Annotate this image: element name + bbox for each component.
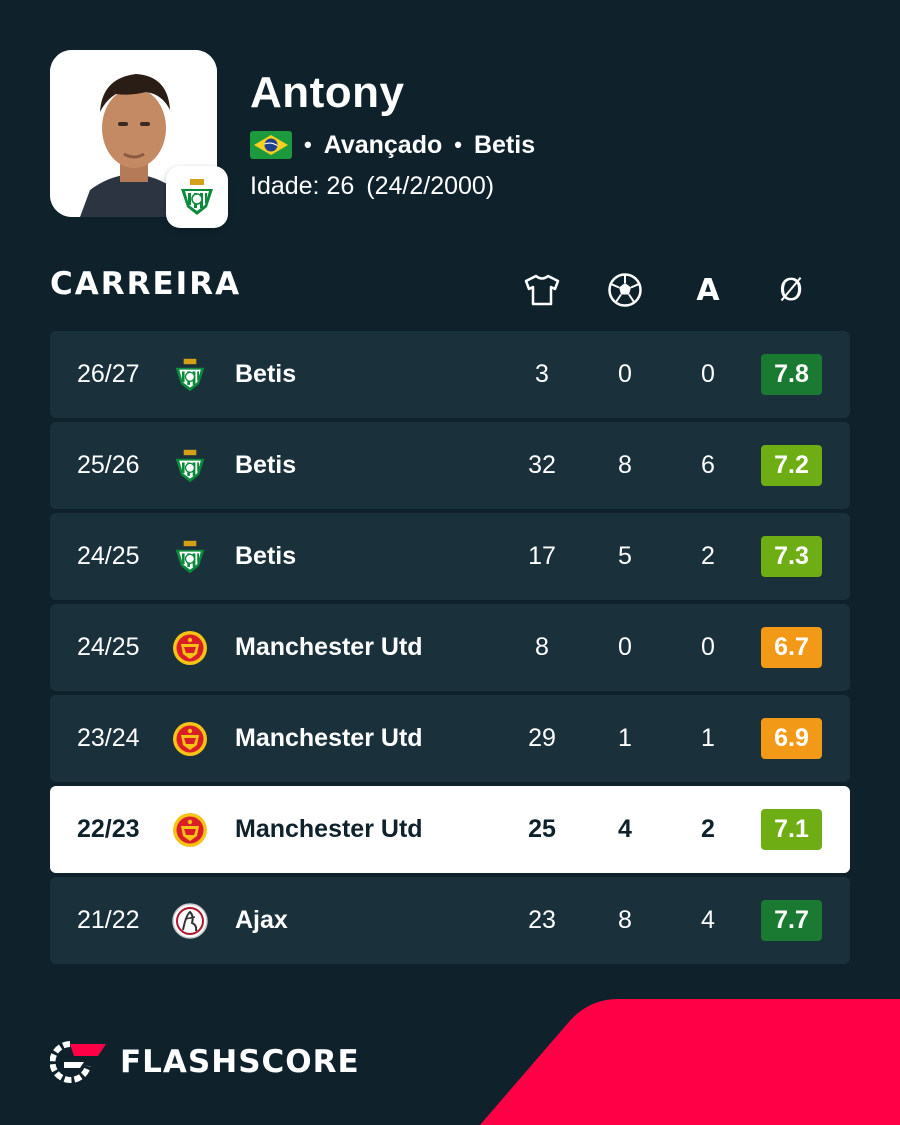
- player-name: Antony: [250, 68, 405, 117]
- ajax-crest-icon: [172, 903, 208, 939]
- betis-crest-icon: [172, 448, 208, 484]
- assists: 2: [701, 542, 715, 570]
- flashscore-logo-icon: [50, 1041, 106, 1083]
- career-row: 23/24 Manchester Utd 29 1 1 6.9: [50, 695, 850, 782]
- team-name: Manchester Utd: [235, 724, 423, 752]
- career-row: 25/26 Betis 32 8 6 7.2: [50, 422, 850, 509]
- career-row: 22/23 Manchester Utd 25 4 2 7.1: [50, 786, 850, 873]
- goals: 0: [618, 633, 632, 661]
- career-table: 26/27 Betis 3 0 0 7.8 25/26 Betis 32 8 6 7.2 24/25 Be…: [50, 331, 850, 968]
- player-club: Betis: [473, 130, 536, 159]
- rating-badge: 7.2: [761, 445, 822, 486]
- season: 24/25: [77, 542, 140, 570]
- goals: 8: [618, 906, 632, 934]
- rating-badge: 6.9: [761, 718, 822, 759]
- assists: 4: [701, 906, 715, 934]
- matches: 8: [535, 633, 549, 661]
- player-header: Antony • Avançado • Betis Idade: 26 (24/…: [50, 50, 850, 230]
- matches: 23: [528, 906, 556, 934]
- assists: 0: [701, 360, 715, 388]
- player-age: Idade: 26: [250, 172, 355, 200]
- rating-badge: 6.7: [761, 627, 822, 668]
- matches: 25: [528, 815, 556, 843]
- goals: 1: [618, 724, 632, 752]
- rating-badge: 7.1: [761, 809, 822, 850]
- season: 21/22: [77, 906, 140, 934]
- manchester-utd-crest-icon: [172, 630, 208, 666]
- season: 26/27: [77, 360, 140, 388]
- rating-badge: 7.7: [761, 900, 822, 941]
- team-name: Betis: [235, 542, 297, 570]
- average-rating-column-header: Ø: [779, 272, 803, 308]
- betis-crest-icon: [172, 357, 208, 393]
- season: 22/23: [77, 815, 140, 843]
- football-icon: [595, 268, 655, 312]
- matches: 3: [535, 360, 549, 388]
- betis-crest-icon: [172, 539, 208, 575]
- footer-accent-shape: [480, 999, 900, 1125]
- section-title: CARREIRA: [50, 266, 242, 302]
- shirt-icon: [512, 268, 572, 312]
- player-birthdate: (24/2/2000): [366, 172, 495, 200]
- assists: 2: [701, 815, 715, 843]
- manchester-utd-crest-icon: [172, 721, 208, 757]
- team-name: Manchester Utd: [235, 633, 423, 661]
- season: 25/26: [77, 451, 140, 479]
- goals: 8: [618, 451, 632, 479]
- goals: 4: [618, 815, 632, 843]
- rating-badge: 7.3: [761, 536, 822, 577]
- team-name: Ajax: [235, 906, 288, 934]
- player-meta: • Avançado • Betis: [250, 130, 535, 160]
- team-name: Betis: [235, 360, 297, 388]
- career-row: 21/22 Ajax 23 8 4 7.7: [50, 877, 850, 964]
- career-row: 24/25 Manchester Utd 8 0 0 6.7: [50, 604, 850, 691]
- matches: 32: [528, 451, 556, 479]
- season: 24/25: [77, 633, 140, 661]
- rating-badge: 7.8: [761, 354, 822, 395]
- player-age-line: Idade: 26 (24/2/2000): [250, 172, 494, 201]
- matches: 17: [528, 542, 556, 570]
- career-row: 24/25 Betis 17 5 2 7.3: [50, 513, 850, 600]
- manchester-utd-crest-icon: [172, 812, 208, 848]
- goals: 0: [618, 360, 632, 388]
- separator-dot: •: [454, 132, 462, 157]
- matches: 29: [528, 724, 556, 752]
- career-row: 26/27 Betis 3 0 0 7.8: [50, 331, 850, 418]
- flashscore-logo: FLASHSCORE: [50, 1038, 360, 1086]
- separator-dot: •: [304, 132, 312, 157]
- brazil-flag-icon: [250, 131, 292, 159]
- assists: 1: [701, 724, 715, 752]
- brand-name: FLASHSCORE: [120, 1044, 360, 1080]
- goals: 5: [618, 542, 632, 570]
- team-name: Betis: [235, 451, 297, 479]
- betis-crest-icon: [166, 166, 228, 228]
- assists: 6: [701, 451, 715, 479]
- season: 23/24: [77, 724, 140, 752]
- team-name: Manchester Utd: [235, 815, 423, 843]
- assists: 0: [701, 633, 715, 661]
- player-position: Avançado: [323, 130, 443, 159]
- assists-column-header: A: [696, 272, 720, 308]
